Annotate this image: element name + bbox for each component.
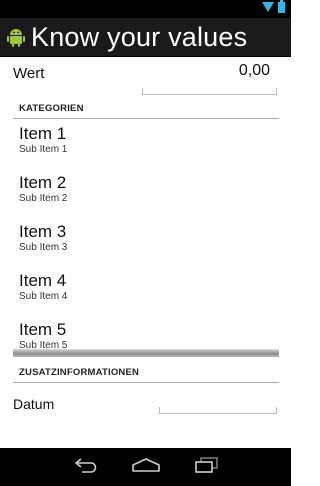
navigation-bar <box>0 448 291 486</box>
list-item[interactable]: Item 3 Sub Item 3 <box>13 220 279 269</box>
back-icon <box>73 457 99 478</box>
list-item-title: Item 3 <box>19 222 67 241</box>
zusatzinformationen-header: ZUSATZINFORMATIONEN <box>13 364 279 383</box>
kategorien-list[interactable]: Item 1 Sub Item 1 Item 2 Sub Item 2 Item… <box>13 122 279 352</box>
wert-input-field[interactable] <box>142 88 277 95</box>
android-robot-icon[interactable] <box>6 25 26 49</box>
recent-apps-icon <box>193 456 219 478</box>
recent-apps-button[interactable] <box>186 455 226 479</box>
datum-input-field[interactable] <box>159 407 277 414</box>
wifi-icon <box>262 0 274 18</box>
back-button[interactable] <box>66 455 106 479</box>
list-item-title: Item 4 <box>19 271 67 290</box>
list-item-subtitle: Sub Item 4 <box>19 291 68 302</box>
list-item[interactable]: Item 4 Sub Item 4 <box>13 269 279 318</box>
list-item-title: Item 1 <box>19 124 67 143</box>
list-item[interactable]: Item 1 Sub Item 1 <box>13 122 279 171</box>
wert-label: Wert <box>13 65 45 82</box>
kategorien-header: KATEGORIEN <box>13 100 279 119</box>
datum-label: Datum <box>13 396 55 412</box>
list-item-subtitle: Sub Item 2 <box>19 193 68 204</box>
wert-value[interactable]: 0,00 <box>239 62 270 80</box>
main-content: Wert 0,00 KATEGORIEN Item 1 Sub Item 1 I… <box>0 56 291 448</box>
list-item-title: Item 5 <box>19 320 67 339</box>
app-title: Know your values <box>31 22 248 52</box>
list-item-subtitle: Sub Item 1 <box>19 144 68 155</box>
list-item[interactable]: Item 2 Sub Item 2 <box>13 171 279 220</box>
wert-row: Wert 0,00 <box>13 62 277 98</box>
status-bar <box>0 0 291 18</box>
home-icon <box>131 457 161 478</box>
list-scroll-edge <box>13 349 279 357</box>
action-bar: Know your values <box>0 18 291 57</box>
battery-icon <box>278 0 285 18</box>
list-item-subtitle: Sub Item 3 <box>19 242 68 253</box>
list-item-title: Item 2 <box>19 173 67 192</box>
list-item[interactable]: Item 5 Sub Item 5 <box>13 318 279 352</box>
kategorien-header-label: KATEGORIEN <box>19 103 84 114</box>
status-icons <box>262 0 285 18</box>
zusatzinformationen-header-label: ZUSATZINFORMATIONEN <box>19 367 140 378</box>
home-button[interactable] <box>126 455 166 479</box>
